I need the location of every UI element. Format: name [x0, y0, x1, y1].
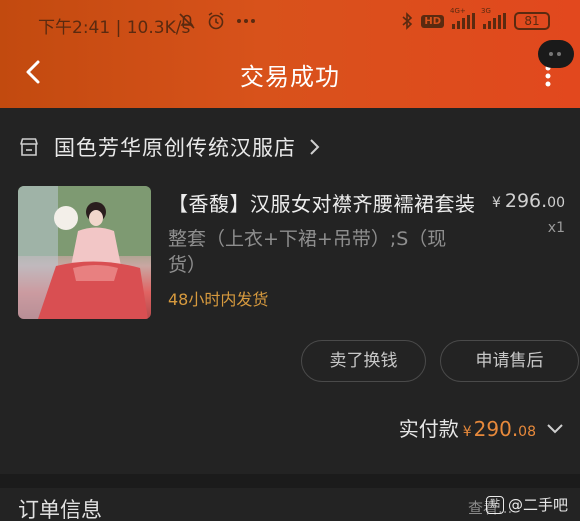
signal-4g-icon: 4G+ [450, 7, 475, 29]
product-title[interactable]: 【香馥】汉服女对襟齐腰襦裙套装 [168, 188, 476, 217]
status-icons [178, 11, 256, 31]
payment-amount: ¥290.08 [462, 417, 536, 441]
alarm-icon [208, 12, 224, 30]
header: 下午2:41 | 10.3K/s HD 4G+ 3G 81 交易成功 [0, 0, 580, 108]
chevron-right-icon [310, 139, 320, 155]
product-image[interactable] [18, 186, 151, 319]
bluetooth-icon [402, 12, 413, 30]
product-photo-illustration [18, 186, 151, 319]
sell-button[interactable]: 卖了换钱 [301, 340, 426, 382]
watermark: 贴 @二手吧 [485, 494, 568, 515]
payment-summary[interactable]: 实付款 ¥290.08 [399, 413, 564, 442]
chevron-down-icon [547, 424, 563, 434]
product-sku: 整套（上衣+下裙+吊带）;S（现货） [168, 228, 447, 276]
hd-badge: HD [421, 14, 444, 28]
store-icon [20, 138, 38, 156]
order-card: 国色芳华原创传统汉服店 【香馥】汉服女对襟齐腰襦裙套装 ¥296.00 x1 整… [0, 108, 580, 474]
status-bar: 下午2:41 | 10.3K/s HD 4G+ 3G 81 [0, 0, 580, 46]
page-title: 交易成功 [240, 63, 340, 91]
shipping-note: 48小时内发货 [168, 290, 269, 309]
shop-row[interactable]: 国色芳华原创传统汉服店 [18, 132, 320, 162]
status-time: 下午2:41 | 10.3K/s [38, 18, 191, 38]
bell-off-icon [179, 13, 195, 29]
order-info-title: 订单信息 [18, 498, 102, 521]
status-right: HD 4G+ 3G 81 [401, 7, 550, 30]
order-info-section: 订单信息 查看... 贴 @二手吧 [0, 474, 580, 521]
watermark-text: @二手吧 [507, 496, 568, 514]
shop-name: 国色芳华原创传统汉服店 [54, 136, 296, 160]
more-dots-icon [237, 19, 255, 23]
battery-indicator: 81 [514, 12, 550, 30]
product-quantity: x1 [547, 220, 565, 236]
after-sale-button[interactable]: 申请售后 [440, 340, 579, 382]
tieba-logo-icon: 贴 [485, 495, 504, 514]
signal-3g-icon: 3G [481, 7, 506, 29]
product-price: ¥296.00 [491, 190, 565, 212]
payment-label: 实付款 [398, 417, 459, 441]
floating-menu-pill[interactable] [538, 40, 574, 68]
